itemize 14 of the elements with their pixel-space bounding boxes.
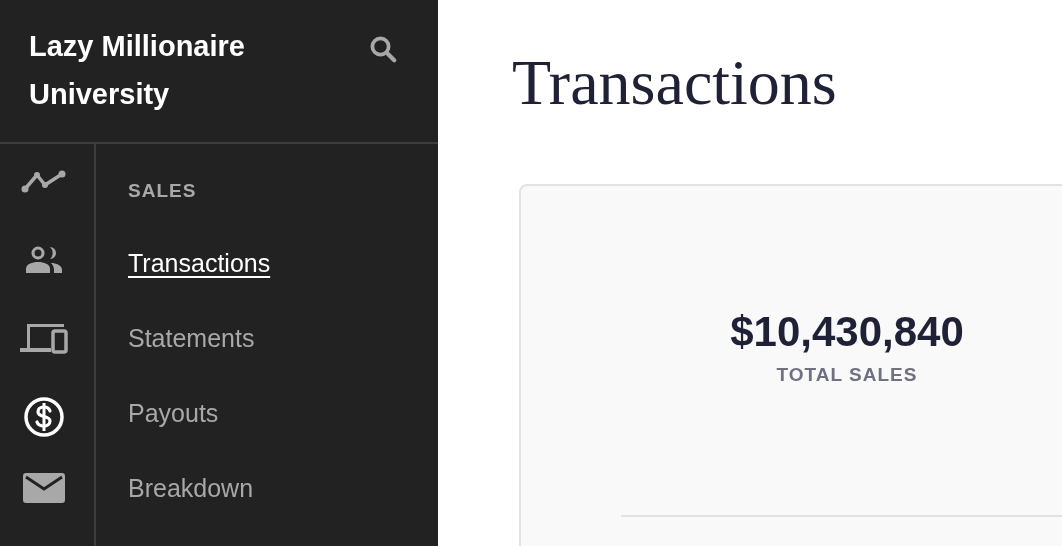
search-icon[interactable] bbox=[368, 34, 398, 64]
total-value: $10,430,840 bbox=[730, 308, 964, 356]
page-title: Transactions bbox=[512, 46, 838, 120]
nav-link[interactable]: Payouts bbox=[128, 399, 219, 427]
nav-link[interactable]: Statements bbox=[128, 324, 255, 352]
section-heading: SALES bbox=[128, 180, 198, 202]
mail-icon[interactable] bbox=[21, 470, 67, 505]
total-caption: TOTAL SALES bbox=[776, 364, 918, 386]
dollar-icon[interactable] bbox=[23, 395, 65, 438]
nav-link[interactable]: Breakdown bbox=[128, 474, 254, 502]
brand-name: Lazy Millionaire University bbox=[29, 29, 246, 112]
line-chart-icon[interactable] bbox=[21, 168, 67, 194]
nav-link[interactable]: Transactions bbox=[128, 249, 271, 277]
people-icon[interactable] bbox=[23, 245, 65, 276]
